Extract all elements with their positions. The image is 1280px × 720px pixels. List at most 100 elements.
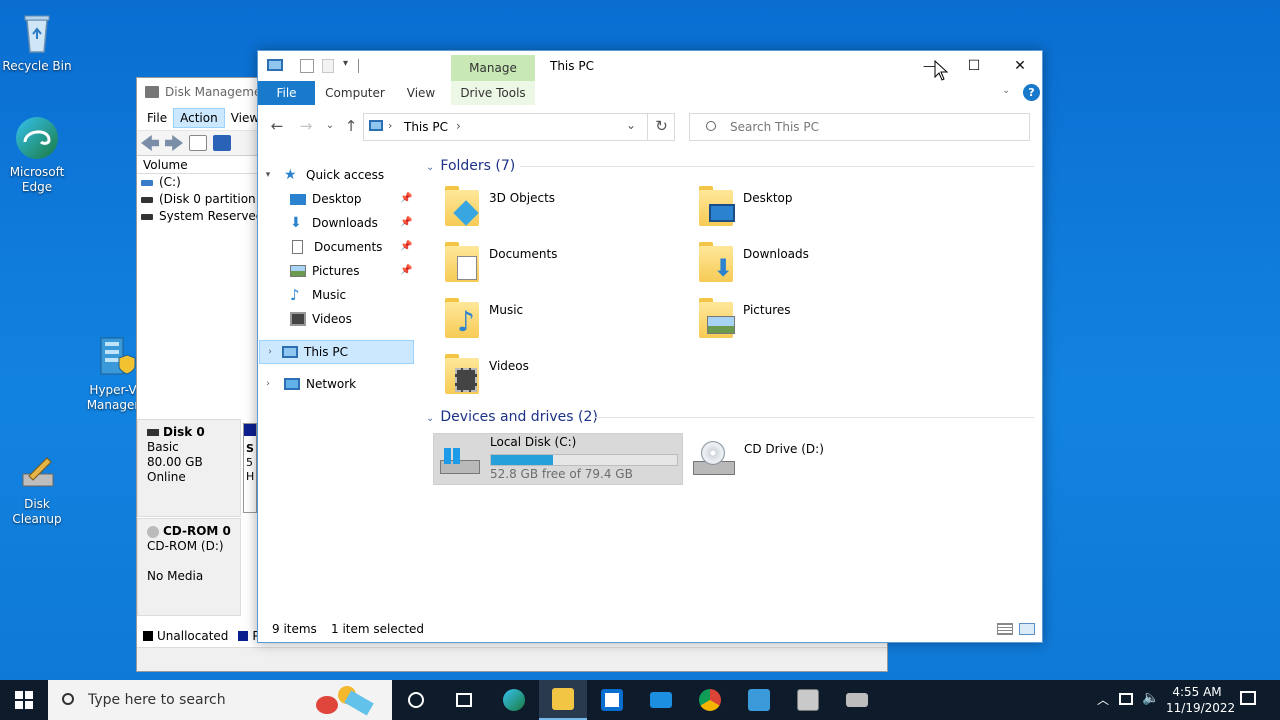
drive-cd-d[interactable]: CD Drive (D:) [691, 435, 941, 487]
details-view-icon[interactable] [997, 623, 1013, 635]
back-arrow-icon[interactable]: ← [267, 111, 287, 141]
large-icons-view-icon[interactable] [1019, 623, 1035, 635]
address-bar-row: ← → ⌄ ↑ › This PC › ⌄ ↻ Search This PC [258, 111, 1042, 141]
taskbar-disk-management[interactable] [784, 680, 832, 720]
legend-label: Unallocated [157, 629, 229, 643]
ribbon-expand-icon[interactable]: ⌄ [1002, 85, 1010, 96]
taskbar-chrome[interactable] [686, 680, 734, 720]
chevron-right-icon[interactable]: › [264, 340, 276, 364]
devices-section-header[interactable]: ⌄ Devices and drives (2) [426, 409, 598, 425]
help-icon[interactable] [213, 135, 231, 151]
chevron-right-icon[interactable]: › [262, 372, 274, 396]
nav-desktop[interactable]: Desktop [290, 187, 416, 211]
tab-file[interactable]: File [258, 81, 315, 105]
navigation-pane: ▾ ★ Quick access Desktop 📌 ⬇ Downloads 📌… [258, 159, 418, 619]
new-folder-qat-icon[interactable] [322, 59, 334, 73]
cortana-button[interactable] [392, 680, 440, 720]
folders-section-header[interactable]: ⌄ Folders (7) [426, 158, 515, 174]
tab-view[interactable]: View [398, 81, 444, 105]
nav-downloads[interactable]: ⬇ Downloads [290, 211, 416, 235]
chevron-down-icon[interactable]: ▾ [262, 163, 274, 187]
folder-downloads[interactable]: ⬇ Downloads [697, 240, 947, 292]
folder-music[interactable]: ♪ Music [443, 296, 693, 348]
desktop-icon-disk-cleanup[interactable]: Disk Cleanup [0, 446, 74, 527]
clock[interactable]: 4:55 AM 11/19/2022 [1166, 684, 1235, 716]
desktop-icon-edge[interactable]: Microsoft Edge [0, 114, 74, 195]
taskbar-store[interactable] [588, 680, 636, 720]
taskbar-mail[interactable] [637, 680, 685, 720]
pin-icon[interactable]: 📌 [400, 193, 412, 204]
folder-3d-objects[interactable]: 3D Objects [443, 184, 693, 236]
tab-manage[interactable]: Manage [451, 55, 535, 81]
help-icon[interactable]: ? [1023, 84, 1040, 101]
documents-icon [292, 240, 303, 254]
taskbar-hyperv[interactable] [735, 680, 783, 720]
address-box[interactable]: › This PC › ⌄ [363, 113, 675, 141]
title-bar[interactable]: ▾ Manage This PC — ☐ ✕ [258, 51, 1042, 81]
properties-icon[interactable] [189, 135, 207, 151]
nav-quick-access[interactable]: ▾ ★ Quick access [258, 163, 416, 187]
taskbar-search-input[interactable]: Type here to search [48, 680, 392, 720]
drive-local-disk-c[interactable]: Local Disk (C:) 52.8 GB free of 79.4 GB [433, 433, 683, 485]
address-separator[interactable]: › [456, 119, 461, 133]
mail-icon [650, 692, 672, 708]
maximize-button[interactable]: ☐ [951, 51, 997, 81]
task-view-button[interactable] [440, 680, 488, 720]
notifications-icon[interactable] [1240, 691, 1256, 705]
volume-tray-icon[interactable]: 🔈 [1142, 690, 1159, 706]
recent-locations-icon[interactable]: ⌄ [320, 111, 340, 141]
tab-drive-tools[interactable]: Drive Tools [451, 81, 535, 105]
pin-icon[interactable]: 📌 [400, 217, 412, 228]
drive-usage-fill [491, 455, 554, 465]
disk-0-box[interactable]: Disk 0 Basic 80.00 GB Online [137, 419, 241, 517]
store-icon [601, 689, 623, 711]
chevron-down-icon: ⌄ [426, 413, 435, 424]
nav-videos[interactable]: Videos [290, 307, 416, 331]
network-tray-icon[interactable] [1119, 693, 1133, 705]
properties-qat-icon[interactable] [300, 59, 314, 73]
pictures-icon [290, 265, 306, 277]
taskbar-edge[interactable] [490, 680, 538, 720]
desktop-icon-recycle-bin[interactable]: Recycle Bin [0, 8, 74, 74]
address-text[interactable]: This PC [404, 120, 448, 134]
start-button[interactable] [0, 680, 48, 720]
folder-pictures[interactable]: Pictures [697, 296, 947, 348]
up-arrow-icon[interactable]: ↑ [341, 111, 361, 141]
forward-icon[interactable] [165, 135, 183, 151]
address-dropdown-icon[interactable]: ⌄ [626, 118, 636, 132]
taskbar-file-explorer[interactable] [539, 680, 587, 720]
cdrom-0-box[interactable]: CD-ROM 0 CD-ROM (D:) No Media [137, 518, 241, 616]
nav-pictures[interactable]: Pictures [290, 259, 416, 283]
folder-downloads-icon: ⬇ [697, 240, 737, 286]
back-icon[interactable] [141, 135, 159, 151]
forward-arrow-icon[interactable]: → [296, 111, 316, 141]
disk-0-partition-map[interactable]: S 5 H [243, 423, 257, 513]
qat-dropdown-icon[interactable]: ▾ [343, 58, 348, 69]
pin-icon[interactable]: 📌 [400, 265, 412, 276]
menu-action[interactable]: Action [173, 108, 225, 128]
nav-documents[interactable]: Documents [290, 235, 416, 259]
search-input[interactable]: Search This PC [689, 113, 1030, 141]
file-explorer-window[interactable]: ▾ Manage This PC — ☐ ✕ File Computer Vie… [257, 50, 1043, 643]
address-arrow[interactable]: › [388, 119, 392, 132]
show-hidden-icons-chevron-icon[interactable]: ︿ [1097, 691, 1109, 708]
refresh-icon[interactable]: ↻ [647, 113, 675, 141]
nav-this-pc[interactable]: › This PC [259, 340, 414, 364]
folder-music-icon: ♪ [443, 296, 483, 342]
pin-icon[interactable]: 📌 [400, 241, 412, 252]
partition-label: H [246, 470, 255, 483]
folder-videos[interactable]: Videos [443, 352, 693, 404]
folder-desktop[interactable]: Desktop [697, 184, 947, 236]
nav-music[interactable]: ♪ Music [290, 283, 416, 307]
close-button[interactable]: ✕ [997, 51, 1043, 81]
window-title: This PC [550, 59, 594, 73]
desktop-icon-label: Recycle Bin [2, 59, 72, 73]
nav-network[interactable]: › Network [258, 372, 416, 396]
taskbar-disk-cleanup[interactable] [833, 680, 881, 720]
this-pc-icon [369, 120, 383, 131]
menu-file[interactable]: File [141, 109, 173, 127]
tab-computer[interactable]: Computer [321, 81, 389, 105]
folder-3d-icon [443, 184, 483, 230]
disk-management-title: Disk Managemen [165, 85, 269, 99]
folder-documents[interactable]: Documents [443, 240, 693, 292]
